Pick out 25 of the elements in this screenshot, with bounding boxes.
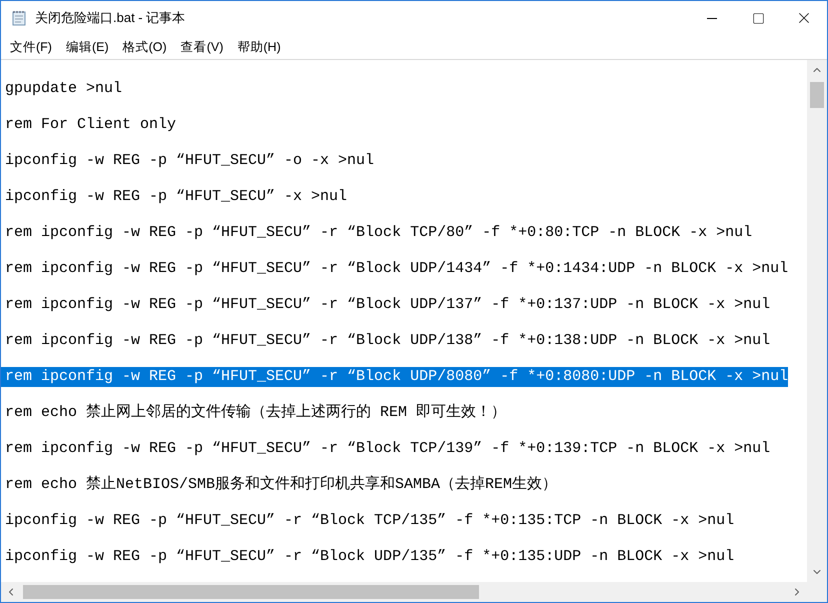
menu-item[interactable]: 编辑(E) [58, 36, 116, 58]
code-line: gpupdate >nul [4, 79, 122, 99]
horizontal-scrollbar[interactable] [1, 582, 807, 602]
menu-item[interactable]: 帮助(H) [230, 36, 288, 58]
code-line: rem echo 禁止NetBIOS/SMB服务和文件和打印机共享和SAMBA（去掉REM生效） [4, 475, 558, 495]
vertical-scrollbar[interactable] [807, 60, 827, 582]
code-line: rem ipconfig -w REG -p “HFUT_SECU” -r “Block UDP/1434” -f *+0:1434:UDP -n BLOCK -x >nul [4, 259, 788, 279]
code-line: rem ipconfig -w REG -p “HFUT_SECU” -r “Block UDP/138” -f *+0:138:UDP -n BLOCK -x >nul [4, 331, 770, 351]
menu-item[interactable]: 文件(F) [3, 36, 59, 58]
code-line: rem For Client only [4, 115, 176, 135]
notepad-icon [11, 10, 27, 26]
scroll-thumb[interactable] [23, 585, 479, 599]
window-title: 关闭危险端口.bat - 记事本 [35, 9, 186, 28]
menu-item[interactable]: 查看(V) [174, 36, 230, 58]
code-line: ipconfig -w REG -p “HFUT_SECU” -r “Block TCP/135” -f *+0:135:TCP -n BLOCK -x >nul [4, 511, 734, 531]
code-line: ipconfig -w REG -p “HFUT_SECU” -r “Block UDP/135” -f *+0:135:UDP -n BLOCK -x >nul [4, 547, 734, 567]
scroll-thumb[interactable] [810, 82, 824, 108]
menu-item[interactable]: 格式(O) [116, 36, 174, 58]
code-line: ipconfig -w REG -p “HFUT_SECU” -x >nul [4, 187, 348, 207]
maximize-icon [752, 12, 764, 24]
code-line: ipconfig -w REG -p “HFUT_SECU” -o -x >nul [4, 151, 374, 171]
code-line: rem ipconfig -w REG -p “HFUT_SECU” -r “Block TCP/139” -f *+0:139:TCP -n BLOCK -x >nul [4, 439, 770, 459]
code-line: rem ipconfig -w REG -p “HFUT_SECU” -r “Block UDP/137” -f *+0:137:UDP -n BLOCK -x >nul [4, 295, 770, 315]
code-line: rem echo 禁止网上邻居的文件传输（去掉上述两行的 REM 即可生效！） [4, 403, 506, 423]
code-line: rem ipconfig -w REG -p “HFUT_SECU” -r “Block TCP/80” -f *+0:80:TCP -n BLOCK -x >nul [4, 223, 752, 243]
